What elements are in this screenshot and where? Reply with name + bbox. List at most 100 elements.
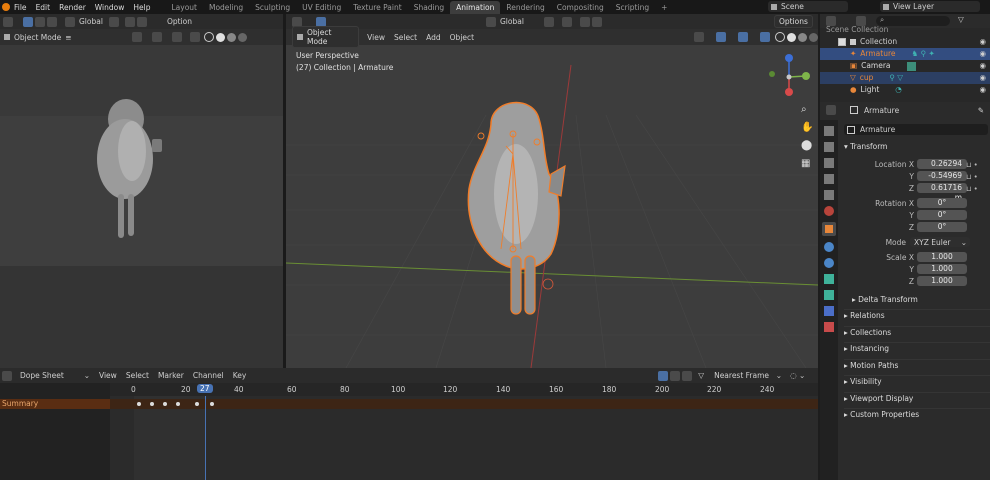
filter-icon[interactable]: ▽ (698, 371, 704, 380)
add-workspace-button[interactable]: + (655, 1, 673, 14)
delta-transform-section[interactable]: ▸ Delta Transform (852, 295, 918, 304)
scene-collection-row[interactable]: Scene Collection (820, 24, 990, 36)
object-name-field[interactable]: Armature (844, 124, 988, 135)
menu-window[interactable]: Window (95, 3, 125, 12)
select-mode-icon[interactable] (35, 16, 45, 27)
main-viewport[interactable]: Global Options Object Mode View Select A… (286, 14, 818, 368)
tab-scene-icon[interactable] (824, 190, 834, 200)
pin-icon[interactable]: ✎ (978, 106, 984, 115)
tab-physics-icon[interactable] (824, 274, 834, 284)
outliner-item-light[interactable]: ● Light ◔ ◉ (820, 84, 990, 96)
orientation-dropdown[interactable]: Global (500, 17, 524, 26)
tab-data-icon[interactable] (824, 306, 834, 316)
tab-texture-icon[interactable] (824, 322, 834, 332)
tab-world-icon[interactable] (824, 206, 834, 216)
falloff-icon[interactable] (591, 16, 602, 27)
shading-rendered-icon[interactable] (808, 32, 818, 42)
tab-scripting[interactable]: Scripting (610, 1, 655, 14)
visibility-eye-icon[interactable]: ◉ (979, 60, 986, 72)
orientation-dropdown[interactable]: Global (79, 17, 103, 26)
outliner-item-armature[interactable]: ✦ Armature ♞ ⚲ ✦ ◉ (820, 48, 990, 60)
section-custom-properties[interactable]: ▸ Custom Properties (844, 408, 990, 425)
section-visibility[interactable]: ▸ Visibility (844, 375, 990, 392)
dopesheet-menu-view[interactable]: View (99, 371, 117, 380)
camera-view-icon[interactable]: ⬤ (801, 140, 812, 151)
rotation-x-field[interactable]: 0° (917, 198, 967, 208)
section-relations[interactable]: ▸ Relations (844, 309, 990, 326)
zoom-icon[interactable]: ⌕ (801, 104, 807, 115)
collection-row[interactable]: Collection ◉ (820, 36, 990, 48)
shading-solid-icon[interactable] (215, 32, 225, 42)
tab-object-icon[interactable] (822, 222, 836, 236)
only-selected-icon[interactable] (658, 370, 669, 381)
tab-texture-paint[interactable]: Texture Paint (347, 1, 407, 14)
blender-logo-icon[interactable] (2, 3, 10, 11)
snap-icon[interactable] (543, 16, 554, 27)
snap-dropdown[interactable]: Nearest Frame ⌄ (714, 371, 782, 380)
xray-icon[interactable] (189, 32, 200, 42)
tab-shading[interactable]: Shading (408, 1, 450, 14)
section-viewport-display[interactable]: ▸ Viewport Display (844, 391, 990, 409)
armature-character[interactable] (461, 94, 581, 324)
gizmo-icon[interactable] (151, 32, 162, 42)
tab-modifier-icon[interactable] (824, 242, 834, 252)
gizmo-icon[interactable] (716, 32, 727, 42)
editor-type-icon[interactable] (826, 105, 836, 115)
rotation-y-field[interactable]: 0° (917, 210, 967, 220)
select-mode-icon[interactable] (47, 16, 57, 27)
lock-icon[interactable]: ⊔ • (966, 171, 978, 183)
editor-type-icon[interactable] (292, 16, 302, 27)
outliner-item-camera[interactable]: ▣ Camera ◉ (820, 60, 990, 72)
errors-icon[interactable] (682, 370, 693, 381)
tab-render-icon[interactable] (824, 142, 834, 152)
keyframe-marker[interactable] (195, 402, 199, 406)
keyframe-marker[interactable] (137, 402, 141, 406)
pan-hand-icon[interactable]: ✋ (801, 122, 813, 133)
view-object-types-icon[interactable] (131, 32, 142, 42)
shading-solid-icon[interactable] (787, 32, 796, 42)
navigation-gizmo[interactable] (762, 52, 812, 102)
tab-rendering[interactable]: Rendering (500, 1, 550, 14)
tab-animation[interactable]: Animation (450, 0, 501, 14)
menu-file[interactable]: File (14, 3, 27, 12)
summary-channel[interactable]: Summary (0, 399, 110, 409)
xray-icon[interactable] (760, 32, 771, 42)
shading-material-icon[interactable] (798, 32, 807, 42)
visibility-eye-icon[interactable]: ◉ (979, 72, 986, 84)
rotation-mode-dropdown[interactable]: XYZ Euler ⌄ (910, 237, 970, 247)
section-instancing[interactable]: ▸ Instancing (844, 342, 990, 359)
hidden-icon[interactable] (670, 370, 681, 381)
lock-icon[interactable]: ⊔ • (966, 159, 978, 171)
scale-z-field[interactable]: 1.000 (917, 276, 967, 286)
location-x-field[interactable]: 0.26294 m (917, 159, 967, 178)
tab-view-layer-icon[interactable] (824, 174, 834, 184)
menu-object[interactable]: Object (450, 33, 474, 42)
location-z-field[interactable]: 0.61716 m (917, 183, 967, 202)
tab-constraints-icon[interactable] (824, 290, 834, 300)
options-button[interactable]: Option (167, 17, 192, 26)
grid-view-icon[interactable]: ▦ (801, 158, 810, 169)
snap-target-icon[interactable] (561, 16, 572, 27)
hamburger-menu-icon[interactable]: ≡ (65, 33, 71, 42)
transform-pivot-icon[interactable] (486, 16, 496, 27)
tab-modeling[interactable]: Modeling (203, 1, 249, 14)
location-y-field[interactable]: -0.54969 m (917, 171, 967, 190)
visibility-eye-icon[interactable]: ◉ (979, 48, 986, 60)
shading-rendered-icon[interactable] (237, 32, 247, 42)
left-viewport[interactable]: Global Option Object Mode ≡ (0, 14, 283, 368)
section-collections[interactable]: ▸ Collections (844, 325, 990, 343)
proportional-edit-icon[interactable] (579, 16, 590, 27)
checkbox-icon[interactable] (838, 38, 846, 46)
overlay-icon[interactable] (171, 32, 182, 42)
timeline-ruler[interactable]: 0 20 40 60 80 100 120 140 160 180 200 22… (110, 383, 818, 396)
tab-uv-editing[interactable]: UV Editing (296, 1, 347, 14)
editor-type-icon[interactable] (2, 370, 12, 381)
section-motion-paths[interactable]: ▸ Motion Paths (844, 358, 990, 376)
visibility-eye-icon[interactable]: ◉ (979, 36, 986, 48)
outliner-item-cup[interactable]: ▽ cup ⚲ ▽ ◉ (820, 72, 990, 84)
proportional-edit-icon[interactable] (124, 16, 135, 27)
tab-output-icon[interactable] (824, 158, 834, 168)
snap-icon[interactable] (108, 16, 119, 27)
dopesheet-menu-key[interactable]: Key (233, 371, 247, 380)
tab-compositing[interactable]: Compositing (551, 1, 610, 14)
